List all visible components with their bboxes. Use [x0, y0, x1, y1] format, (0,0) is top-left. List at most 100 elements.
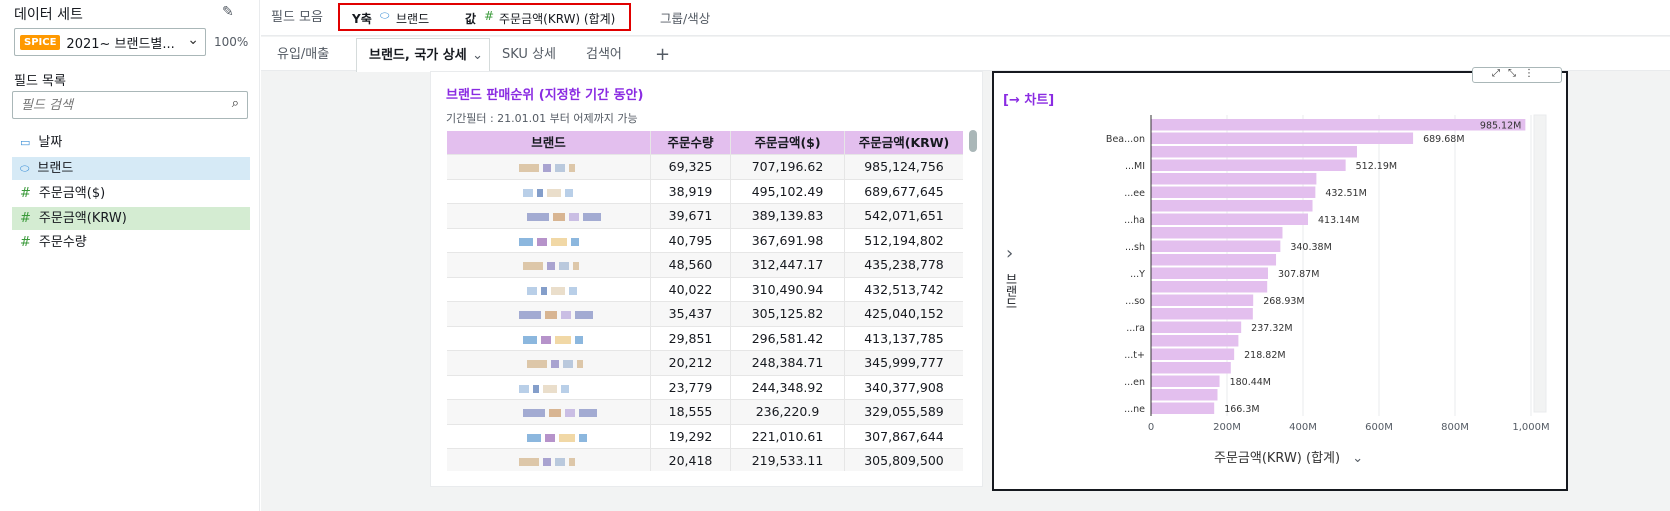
bar	[1151, 389, 1218, 401]
redaction-block	[537, 188, 543, 197]
table-row[interactable]: 39,671 389,139.83 542,071,651	[447, 204, 963, 229]
redaction-block	[543, 384, 557, 393]
quantity-cell: 18,555	[651, 400, 731, 424]
add-sheet-icon[interactable]: +	[643, 38, 682, 72]
data-table: 브랜드 주문수량 주문금액($) 주문금액(KRW) 69,325 707,196…	[447, 131, 963, 471]
table-row[interactable]: 20,418 219,533.11 305,809,500	[447, 449, 963, 471]
tab-sku-detail[interactable]: SKU 상세	[490, 38, 568, 72]
column-header-krw[interactable]: 주문금액(KRW)	[845, 131, 963, 155]
field-search-input[interactable]	[21, 93, 221, 117]
chevron-down-icon[interactable]: ⌄	[472, 39, 483, 73]
value-well-label: 값	[465, 12, 477, 26]
x-axis-title[interactable]: 주문금액(KRW) (합계) ⌄	[1214, 447, 1363, 466]
tab-inflow-sales[interactable]: 유입/매출	[265, 38, 341, 72]
krw-cell: 432,513,742	[864, 281, 944, 297]
redaction-block	[547, 262, 555, 270]
y-tick-label: ...MI	[1125, 161, 1145, 172]
field-item-brand[interactable]: ⬭ 브랜드	[12, 157, 250, 180]
dataset-heading: 데이터 세트	[14, 7, 83, 23]
bar-data-label: 180.44M	[1230, 377, 1271, 388]
tab-label: 브랜드, 국가 상세	[369, 48, 467, 63]
table-row[interactable]: 40,022 310,490.94 432,513,742	[447, 277, 963, 302]
column-header-brand[interactable]: 브랜드	[447, 131, 651, 155]
redaction-block	[545, 433, 555, 442]
field-label: 주문금액(KRW)	[38, 211, 127, 226]
y-axis-well-field[interactable]: 브랜드	[396, 10, 429, 27]
redaction-block	[543, 458, 551, 466]
usd-cell: 310,490.94	[731, 277, 845, 302]
table-row[interactable]: 18,555 236,220.9 329,055,589	[447, 400, 963, 425]
table-row[interactable]: 69,325 707,196.62 985,124,756	[447, 155, 963, 180]
bar	[1151, 146, 1357, 158]
tab-brand-country-detail[interactable]: 브랜드, 국가 상세 ⌄	[356, 38, 490, 72]
usd-cell: 236,220.9	[731, 400, 845, 424]
table-row[interactable]: 48,560 312,447.17 435,238,778	[447, 253, 963, 278]
bar-chart-visual[interactable]: ⤢⤡⋮ [→ 차트] › 브랜드 0 200M 400M 600M 800M 1,000M…	[992, 67, 1568, 491]
brand-cell-redacted	[447, 351, 651, 375]
redaction-block	[519, 458, 539, 466]
value-well-field[interactable]: 주문금액(KRW) (합계)	[499, 10, 615, 27]
table-row[interactable]: 35,437 305,125.82 425,040,152	[447, 302, 963, 327]
redaction-block	[569, 213, 579, 221]
table-visual[interactable]: 브랜드 판매순위 (지정한 기간 동안) 기간필터 : 21.01.01 부터 …	[430, 71, 983, 487]
x-tick-label: 0	[1148, 422, 1154, 433]
krw-cell: 985,124,756	[864, 159, 944, 174]
chevron-down-icon: ⌄	[1352, 451, 1364, 466]
bar	[1151, 254, 1277, 266]
bar-data-label: 340.38M	[1290, 242, 1331, 253]
search-icon[interactable]: ⌕	[232, 96, 239, 111]
redaction-block	[519, 164, 539, 172]
field-wells-highlight: Y축 ⬭ 브랜드 값 # 주문금액(KRW) (합계)	[338, 3, 631, 31]
field-item-quantity[interactable]: # 주문수량	[12, 231, 250, 254]
redaction-block	[519, 237, 533, 246]
redaction-block	[575, 311, 593, 319]
field-item-date[interactable]: ▭ 날짜	[12, 131, 250, 154]
table-row[interactable]: 19,292 221,010.61 307,867,644	[447, 424, 963, 449]
krw-cell: 435,238,778	[864, 257, 944, 272]
column-header-usd[interactable]: 주문금액($)	[731, 131, 845, 155]
table-row[interactable]: 40,795 367,691.98 512,194,802	[447, 228, 963, 253]
column-header-quantity[interactable]: 주문수량	[651, 131, 731, 155]
quantity-cell: 23,779	[651, 375, 731, 400]
bar	[1151, 348, 1235, 360]
dataset-select[interactable]: SPICE 2021~ 브랜드별... ⌄	[14, 28, 206, 56]
y-tick-label: ...Y	[1130, 269, 1145, 280]
bar	[1151, 200, 1313, 212]
redaction-block	[551, 360, 559, 368]
spice-badge: SPICE	[20, 34, 61, 50]
brand-cell-redacted	[447, 326, 651, 351]
bar-data-label: 237.32M	[1251, 323, 1292, 334]
brand-cell-redacted	[447, 228, 651, 253]
krw-cell: 305,809,500	[864, 453, 944, 468]
quantity-cell: 19,292	[651, 424, 731, 449]
table-subtitle: 기간필터 : 21.01.01 부터 어제까지 가능	[446, 112, 638, 125]
usd-cell: 296,581.42	[731, 326, 845, 351]
edit-pencil-icon[interactable]: ✎	[222, 4, 234, 20]
redaction-block	[579, 433, 587, 442]
field-item-order-usd[interactable]: # 주문금액($)	[12, 182, 250, 205]
field-label: 날짜	[38, 135, 63, 150]
table-row[interactable]: 38,919 495,102.49 689,677,645	[447, 179, 963, 204]
redaction-block	[519, 384, 529, 393]
redaction-block	[583, 213, 601, 221]
table-scrollbar-thumb[interactable]	[969, 130, 977, 152]
table-row[interactable]: 29,851 296,581.42 413,137,785	[447, 326, 963, 351]
tag-icon: ⬭	[380, 9, 390, 22]
brand-cell-redacted	[447, 375, 651, 400]
redaction-block	[527, 286, 537, 295]
redaction-block	[519, 311, 541, 319]
field-item-order-krw[interactable]: # 주문금액(KRW)	[12, 207, 250, 230]
tab-search-terms[interactable]: 검색어	[574, 38, 634, 72]
table-row[interactable]: 23,779 244,348.92 340,377,908	[447, 375, 963, 400]
bar	[1151, 308, 1253, 320]
table-title: 브랜드 판매순위 (지정한 기간 동안)	[446, 88, 644, 103]
group-color-well[interactable]: 그룹/색상	[660, 8, 710, 27]
redaction-block	[549, 409, 561, 417]
table-row[interactable]: 20,212 248,384.71 345,999,777	[447, 351, 963, 376]
bar	[1151, 402, 1215, 414]
redaction-block	[553, 213, 565, 221]
hash-icon: #	[20, 186, 31, 201]
usd-cell: 389,139.83	[731, 204, 845, 228]
y-tick-label: ...ra	[1126, 323, 1145, 334]
krw-cell: 425,040,152	[864, 306, 944, 321]
